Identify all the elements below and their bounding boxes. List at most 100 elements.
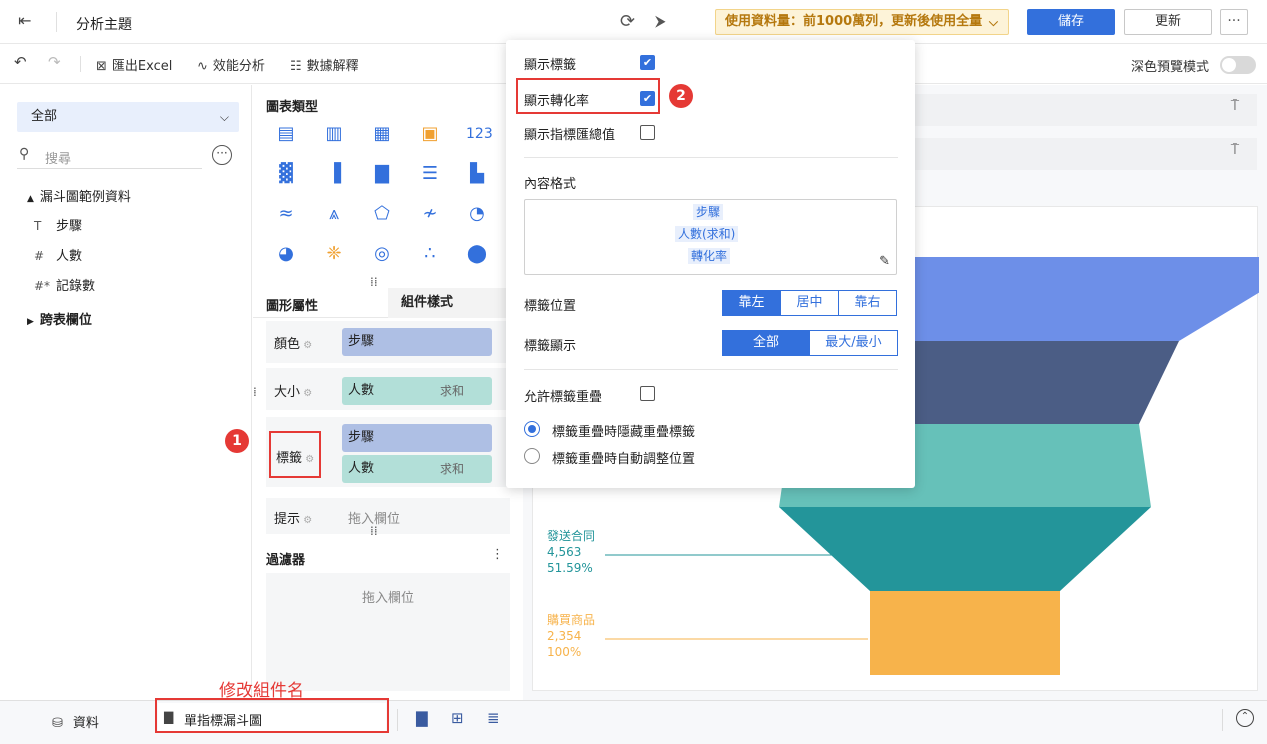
update-button[interactable]: 更新 <box>1124 9 1212 35</box>
position-center-option[interactable]: 居中 <box>780 290 839 316</box>
add-component-icon[interactable]: ▇ <box>416 709 428 727</box>
table-icon[interactable]: ▤ <box>275 123 297 145</box>
allow-overlap-checkbox[interactable] <box>640 386 655 401</box>
label-field-pill[interactable]: 步驟 <box>342 424 492 452</box>
label-display-label: 標籤顯示 <box>524 339 577 354</box>
size-field-pill[interactable]: 人數 求和 <box>342 377 492 405</box>
display-maxmin-option[interactable]: 最大/最小 <box>809 330 898 356</box>
more-options-icon[interactable]: ··· <box>212 145 232 165</box>
exit-icon[interactable]: ⇤ <box>18 11 40 33</box>
field-item[interactable]: T 步驟 <box>34 215 82 234</box>
relation-icon[interactable]: ⮞ <box>655 12 666 30</box>
pie-chart-icon[interactable]: ◕ <box>275 243 297 265</box>
overlap-hide-radio[interactable] <box>524 421 540 437</box>
color-field-pill[interactable]: 步驟 <box>342 328 492 356</box>
scope-value: 全部 <box>31 109 58 124</box>
drag-handle[interactable]: ⁞ <box>253 385 257 399</box>
caret-right-icon: ▶ <box>27 317 34 327</box>
show-label-checkbox[interactable]: ✔ <box>640 55 655 70</box>
gauge-icon[interactable]: ◔ <box>466 203 488 225</box>
tab-graphic-properties[interactable]: 圖形屬性 <box>266 295 318 314</box>
refresh-icon[interactable]: ⟳ <box>620 11 635 32</box>
scatter-chart-icon[interactable]: ∴ <box>419 243 441 265</box>
funnel-segment[interactable] <box>779 507 1151 591</box>
field-name: 步驟 <box>56 219 83 234</box>
undo-icon[interactable]: ↶ <box>14 53 27 71</box>
lock-icon[interactable]: ⍑ <box>1223 142 1247 166</box>
more-vertical-icon[interactable]: ⋮ <box>491 547 504 562</box>
format-tag: 人數(求和) <box>675 226 739 242</box>
number-card-icon[interactable]: 123 <box>466 123 493 145</box>
data-tab-label: 資料 <box>72 716 99 731</box>
save-button[interactable]: 儲存 <box>1027 9 1115 35</box>
lock-icon[interactable]: ⍑ <box>1223 98 1247 122</box>
overlap-adjust-radio[interactable] <box>524 448 540 464</box>
color-property-row: 顏色 ⚙ 步驟 <box>266 321 510 363</box>
annotation-badge: 2 <box>669 84 693 108</box>
position-right-option[interactable]: 靠右 <box>838 290 897 316</box>
filter-drop-zone[interactable]: 拖入欄位 <box>266 573 510 691</box>
dataset-node[interactable]: ▲ 漏斗圖範例資料 <box>27 186 131 205</box>
label-field-pill[interactable]: 人數 求和 <box>342 455 492 483</box>
radar-chart-icon[interactable]: ⬠ <box>371 203 393 225</box>
page-title: 分析主題 <box>76 17 132 33</box>
dark-mode-toggle[interactable] <box>1220 56 1256 74</box>
more-button[interactable]: ··· <box>1220 9 1248 35</box>
bar-chart-icon[interactable]: ▇ <box>371 163 393 185</box>
chart-type-label: 圖表類型 <box>266 100 319 115</box>
bubble-chart-icon[interactable]: ⬤ <box>466 243 488 265</box>
export-excel-button[interactable]: ⊠ 匯出Excel <box>96 55 172 74</box>
tooltip-property-row: 提示 ⚙ 拖入欄位 <box>266 498 510 534</box>
chevron-up-icon[interactable]: ⌃ <box>1236 709 1254 727</box>
annotation-box-label-field <box>269 431 321 478</box>
data-volume-banner[interactable]: 使用資料量：前1000萬列，更新後使用全量 ⌵ <box>715 9 1009 35</box>
divider <box>524 369 898 370</box>
database-icon: ⛁ <box>52 716 63 731</box>
cross-table-node[interactable]: ▶ 跨表欄位 <box>27 309 92 328</box>
search-placeholder: 搜尋 <box>45 152 72 167</box>
detail-table-icon[interactable]: ▦ <box>371 123 393 145</box>
stacked-bar-icon[interactable]: ☰ <box>419 163 441 185</box>
data-explain-button[interactable]: ☷ 數據解釋 <box>290 55 359 74</box>
gear-icon: ⚙ <box>300 515 313 526</box>
field-item[interactable]: # 人數 <box>34 245 82 264</box>
stage-value: 2,354 <box>547 629 581 643</box>
bottom-divider <box>1222 709 1223 731</box>
edit-icon[interactable]: ✎ <box>879 254 890 269</box>
display-all-option[interactable]: 全部 <box>722 330 810 356</box>
annotation-box-widget-name <box>155 698 389 733</box>
combo-chart-icon[interactable]: ▙ <box>466 163 488 185</box>
redo-icon[interactable]: ↷ <box>48 53 61 71</box>
resize-handle[interactable]: ⁞⁞ <box>370 275 378 289</box>
data-tab[interactable]: ⛁ 資料 <box>52 712 99 731</box>
data-explain-label: 數據解釋 <box>306 59 359 74</box>
area-chart-icon[interactable]: ≁ <box>419 203 441 225</box>
add-dashboard-icon[interactable]: ⊞ <box>451 709 464 727</box>
tab-component-style[interactable]: 組件樣式 <box>388 288 510 318</box>
field-search-input[interactable]: ⚲ 搜尋 <box>17 143 202 169</box>
field-item[interactable]: #* 記錄數 <box>34 275 95 294</box>
rose-chart-icon[interactable]: ❈ <box>323 243 345 265</box>
pulse-icon: ∿ <box>197 59 208 74</box>
show-total-text: 顯示指標匯總值 <box>524 128 616 143</box>
aggregation-label: 求和 <box>439 384 464 398</box>
grouped-bar-icon[interactable]: ▓ <box>275 163 297 185</box>
performance-analysis-button[interactable]: ∿ 效能分析 <box>197 55 265 74</box>
show-total-checkbox[interactable] <box>640 125 655 140</box>
add-report-icon[interactable]: ≣ <box>487 709 500 727</box>
resize-handle[interactable]: ⁞⁞ <box>370 524 378 538</box>
overlap-adjust-label: 標籤重疊時自動調整位置 <box>552 452 696 467</box>
scope-select[interactable]: 全部 ⌵ <box>17 102 239 132</box>
field-name: 人數 <box>56 249 83 264</box>
trend-chart-icon[interactable]: ⩓ <box>323 203 345 225</box>
content-format-editor[interactable]: 步驟 人數(求和) 轉化率 ✎ <box>524 199 897 275</box>
cross-table-icon[interactable]: ▥ <box>323 123 345 145</box>
funnel-segment[interactable] <box>870 591 1060 675</box>
kpi-block-icon[interactable]: ▣ <box>419 123 441 145</box>
performance-analysis-label: 效能分析 <box>212 59 265 74</box>
position-left-option[interactable]: 靠左 <box>722 290 781 316</box>
column-chart-icon[interactable]: ▐ <box>323 163 345 185</box>
line-chart-icon[interactable]: ≈ <box>275 203 297 225</box>
dataset-name: 漏斗圖範例資料 <box>39 190 131 205</box>
donut-chart-icon[interactable]: ◎ <box>371 243 393 265</box>
